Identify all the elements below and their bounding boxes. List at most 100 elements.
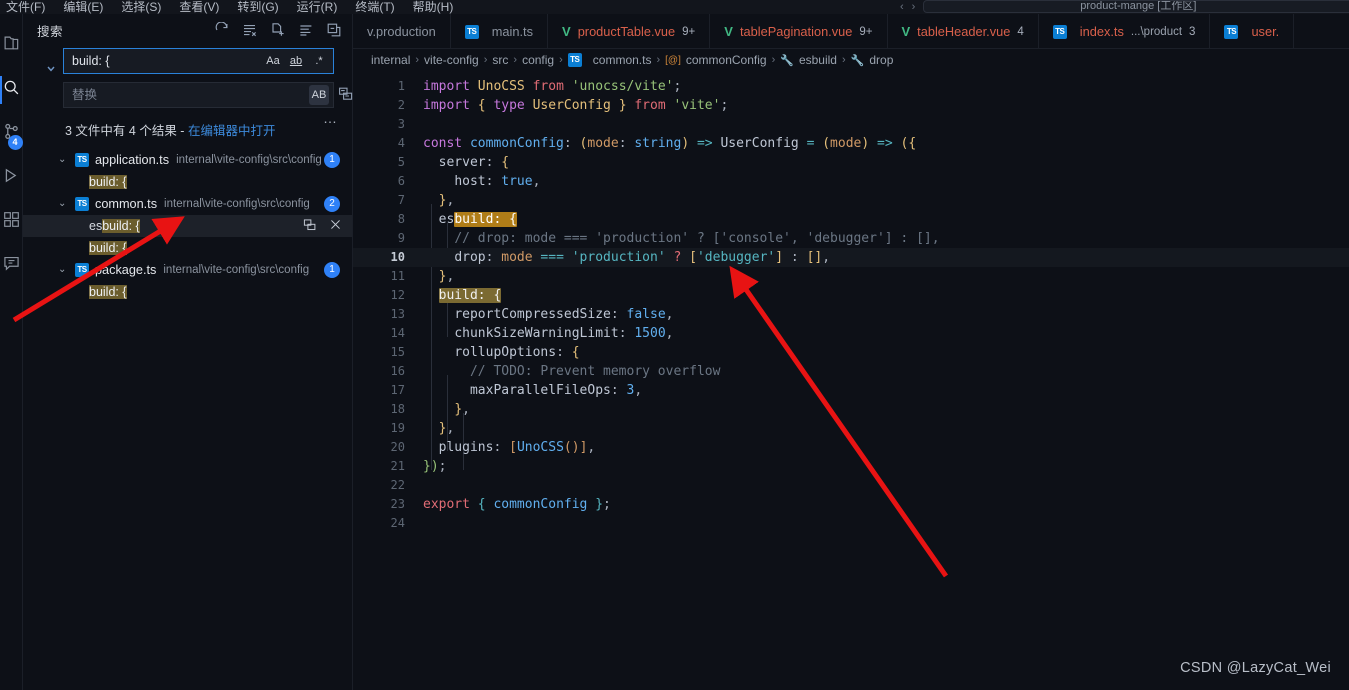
code-line-4[interactable]: 4 const commonConfig: (mode: string) => U… [353, 134, 1349, 153]
code-line-17[interactable]: 17 maxParallelFileOps: 3, [353, 381, 1349, 400]
code-line-20[interactable]: 20 plugins: [UnoCSS()], [353, 438, 1349, 457]
menu-item-run[interactable]: 运行(R) [297, 1, 338, 14]
symbol-property-icon: 🔧 [850, 54, 865, 67]
code-line-18[interactable]: 18 }, [353, 400, 1349, 419]
tab-user-ts[interactable]: TS user. [1210, 14, 1295, 49]
search-input-row[interactable]: Aa ab .* [63, 48, 334, 74]
code-line-1[interactable]: 1 import UnoCSS from 'unocss/vite'; [353, 77, 1349, 96]
menu-item-edit[interactable]: 编辑(E) [63, 1, 103, 14]
new-search-editor-icon[interactable] [270, 22, 286, 38]
result-file-application-ts[interactable]: ⌄ TS application.ts internal\vite-config… [23, 149, 352, 171]
open-in-editor-link[interactable]: 在编辑器中打开 [188, 124, 276, 138]
tab-main-ts[interactable]: TS main.ts [451, 14, 549, 49]
code-line-5[interactable]: 5 server: { [353, 153, 1349, 172]
result-match[interactable]: build: { [23, 171, 352, 193]
code-line-9[interactable]: 9 // drop: mode === 'production' ? ['con… [353, 229, 1349, 248]
replace-input[interactable] [72, 88, 309, 102]
preserve-case-option[interactable]: AB [309, 85, 329, 105]
code-line-15[interactable]: 15 rollupOptions: { [353, 343, 1349, 362]
chevron-down-icon[interactable]: ⌄ [58, 193, 66, 215]
line-number: 6 [397, 174, 405, 188]
activity-item-comments[interactable] [0, 244, 23, 288]
code-line-7[interactable]: 7 }, [353, 191, 1349, 210]
code-line-16[interactable]: 16 // TODO: Prevent memory overflow [353, 362, 1349, 381]
use-regex-option[interactable]: .* [309, 51, 329, 71]
chevron-down-icon[interactable]: ⌄ [58, 259, 66, 281]
breadcrumb-item-esbuild[interactable]: esbuild [799, 53, 837, 67]
line-number: 10 [390, 250, 405, 264]
code-line-24[interactable]: 24 [353, 514, 1349, 533]
result-file-package-ts[interactable]: ⌄ TS package.ts internal\vite-config\src… [23, 259, 352, 281]
code-line-13[interactable]: 13 reportCompressedSize: false, [353, 305, 1349, 324]
line-number: 7 [397, 193, 405, 207]
chevron-down-icon[interactable]: ⌄ [58, 149, 66, 171]
breadcrumb-item-config[interactable]: config [522, 53, 554, 67]
breadcrumb-item-internal[interactable]: internal [371, 53, 410, 67]
code-line-12[interactable]: 12 build: { [353, 286, 1349, 305]
tab-table-header-vue[interactable]: V tableHeader.vue 4 [888, 14, 1039, 49]
tab-table-pagination-vue[interactable]: V tablePagination.vue 9+ [710, 14, 888, 49]
code-line-6[interactable]: 6 host: true, [353, 172, 1349, 191]
result-match-prefix: es [89, 219, 103, 233]
watermark-text: CSDN @LazyCat_Wei [1180, 660, 1331, 676]
clear-results-icon[interactable] [242, 22, 258, 38]
code-line-22[interactable]: 22 [353, 476, 1349, 495]
menu-item-goto[interactable]: 转到(G) [237, 1, 278, 14]
breadcrumb-item-src[interactable]: src [492, 53, 508, 67]
code-line-2[interactable]: 2 import { type UserConfig } from 'vite'; [353, 96, 1349, 115]
refresh-icon[interactable] [214, 21, 230, 38]
tab-env-production[interactable]: v.production [353, 14, 451, 49]
breadcrumb-item-common-ts[interactable]: common.ts [593, 53, 652, 67]
line-number: 12 [390, 288, 405, 302]
breadcrumb-item-vite-config[interactable]: vite-config [424, 53, 479, 67]
dismiss-match-icon[interactable] [329, 218, 342, 234]
menu-item-terminal[interactable]: 终端(T) [355, 1, 394, 14]
result-file-common-ts[interactable]: ⌄ TS common.ts internal\vite-config\src\… [23, 193, 352, 215]
match-whole-word-option[interactable]: ab [286, 51, 306, 71]
sidebar-action-group [214, 21, 342, 38]
result-match-selected[interactable]: es build: { [23, 215, 352, 237]
activity-item-explorer[interactable] [0, 24, 23, 68]
replace-match-icon[interactable] [303, 218, 317, 235]
code-line-3[interactable]: 3 [353, 115, 1349, 134]
match-case-option[interactable]: Aa [263, 51, 283, 71]
search-details-toggle[interactable]: … [323, 110, 338, 126]
navigate-back-icon[interactable]: ‹ [900, 1, 904, 13]
line-number: 8 [397, 212, 405, 226]
code-line-23[interactable]: 23 export { commonConfig }; [353, 495, 1349, 514]
chevron-right-icon: › [415, 54, 420, 66]
menu-item-view[interactable]: 查看(V) [179, 1, 219, 14]
breadcrumb-item-commonConfig[interactable]: commonConfig [686, 53, 767, 67]
result-match[interactable]: build: { [23, 237, 352, 259]
toggle-replace-chevron-icon[interactable] [45, 62, 57, 79]
activity-item-search[interactable] [0, 68, 23, 112]
code-line-21[interactable]: 21}); [353, 457, 1349, 476]
breadcrumb-item-drop[interactable]: drop [869, 53, 893, 67]
line-number: 19 [390, 421, 405, 435]
code-line-8[interactable]: 8 esbuild: { [353, 210, 1349, 229]
menu-item-help[interactable]: 帮助(H) [413, 1, 454, 14]
tab-product-table-vue[interactable]: V productTable.vue 9+ [548, 14, 711, 49]
replace-input-row[interactable]: AB [63, 82, 334, 108]
navigate-forward-icon[interactable]: › [912, 1, 916, 13]
result-match[interactable]: build: { [23, 281, 352, 303]
activity-item-run-debug[interactable] [0, 156, 23, 200]
tab-problem-badge: 9+ [682, 25, 696, 38]
tab-index-ts[interactable]: TS index.ts ...\product 3 [1039, 14, 1211, 49]
code-editor[interactable]: 1 import UnoCSS from 'unocss/vite'; 2 impo… [353, 71, 1349, 533]
code-line-14[interactable]: 14 chunkSizeWarningLimit: 1500, [353, 324, 1349, 343]
chevron-right-icon: › [771, 54, 776, 66]
editor-tab-bar: v.production TS main.ts V productTable.v… [353, 14, 1349, 49]
code-line-19[interactable]: 19 }, [353, 419, 1349, 438]
collapse-all-icon[interactable] [326, 22, 342, 38]
search-input[interactable] [72, 54, 263, 68]
activity-item-source-control[interactable]: 4 [0, 112, 23, 156]
menu-item-file[interactable]: 文件(F) [6, 1, 45, 14]
menu-item-select[interactable]: 选择(S) [121, 1, 161, 14]
view-as-list-icon[interactable] [298, 22, 314, 38]
symbol-property-icon: 🔧 [780, 54, 794, 67]
command-center-search[interactable]: product-mange [工作区] [923, 0, 1349, 13]
activity-item-extensions[interactable] [0, 200, 23, 244]
code-line-11[interactable]: 11 }, [353, 267, 1349, 286]
code-line-10[interactable]: 10 drop: mode === 'production' ? ['debug… [353, 248, 1349, 267]
